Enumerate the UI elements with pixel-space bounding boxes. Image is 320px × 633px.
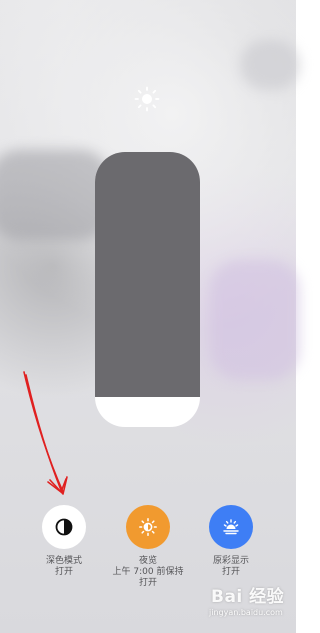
night-mode-icon [139, 518, 157, 536]
dark-mode-status: 打开 [54, 567, 73, 577]
dark-mode-button[interactable] [42, 505, 86, 549]
night-shift-button[interactable] [126, 505, 170, 549]
brightness-slider[interactable] [95, 152, 200, 427]
dark-mode-toggle[interactable]: 深色模式 打开 [19, 505, 109, 578]
background-blur-patch [240, 40, 300, 90]
true-tone-status: 打开 [221, 567, 240, 577]
watermark-logo: Bai 经验 [211, 587, 285, 607]
dark-mode-icon [55, 518, 73, 536]
night-shift-status-line2: 打开 [138, 578, 157, 588]
night-shift-toggle[interactable]: 夜览 上午 7:00 前保持 打开 [103, 505, 193, 589]
night-shift-status-line1: 上午 7:00 前保持 [112, 567, 184, 577]
true-tone-icon [223, 519, 239, 535]
true-tone-button[interactable] [209, 505, 253, 549]
baidu-jingyan-watermark: Bai 经验 jingyan.baidu.com [205, 580, 293, 628]
dark-mode-label: 深色模式 [45, 556, 82, 566]
true-tone-label: 原彩显示 [212, 556, 249, 566]
true-tone-toggle[interactable]: 原彩显示 打开 [186, 505, 276, 578]
night-shift-label: 夜览 [138, 556, 157, 566]
watermark-url: jingyan.baidu.com [209, 608, 283, 617]
background-blur-patch [0, 150, 110, 240]
background-blur-patch [210, 260, 300, 380]
brightness-sun-icon [134, 86, 160, 112]
brightness-slider-track [95, 152, 200, 397]
